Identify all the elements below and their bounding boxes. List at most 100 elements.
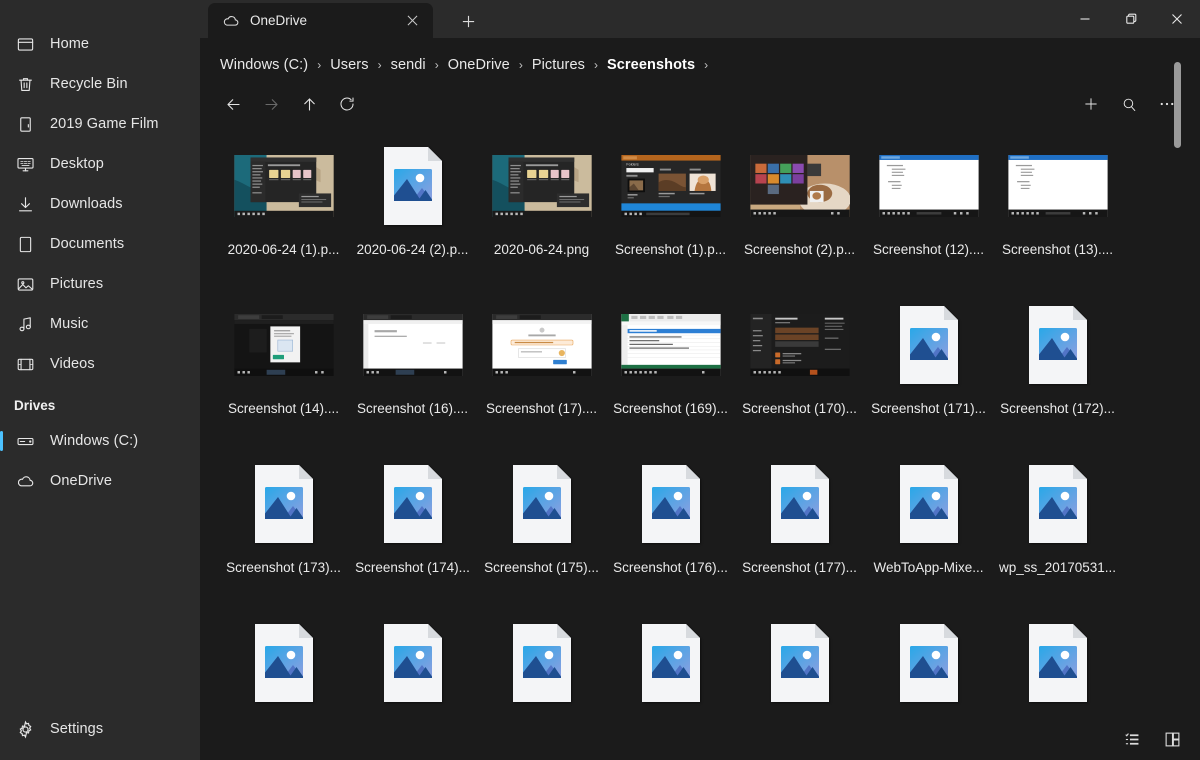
file-thumbnail xyxy=(234,619,334,707)
tab-onedrive-label: OneDrive xyxy=(250,13,308,28)
file-tile[interactable]: 2020-06-24 (1).p... xyxy=(219,134,348,293)
file-thumbnail xyxy=(233,301,334,389)
view-mode-buttons xyxy=(1116,724,1188,754)
sidebar-item-onedrive[interactable]: OneDrive xyxy=(0,461,200,501)
file-tile[interactable]: Screenshot (170)... xyxy=(735,293,864,452)
file-tile[interactable]: Screenshot (16).... xyxy=(348,293,477,452)
sidebar-item-label: Music xyxy=(50,316,89,332)
chevron-right-icon: › xyxy=(377,58,382,72)
file-thumbnail xyxy=(363,619,463,707)
file-tile[interactable]: WebToApp-Mixe... xyxy=(864,452,993,611)
file-thumbnail xyxy=(363,460,463,548)
file-name-label: Screenshot (170)... xyxy=(742,401,857,416)
sidebar-item-label: OneDrive xyxy=(50,473,113,489)
vertical-scrollbar-thumb[interactable] xyxy=(1174,62,1181,148)
file-thumbnail xyxy=(750,460,850,548)
close-button[interactable] xyxy=(1154,0,1200,38)
trash-icon xyxy=(12,71,38,97)
file-tile[interactable]: Screenshot (14).... xyxy=(219,293,348,452)
breadcrumb-crumb-users[interactable]: Users xyxy=(330,57,368,73)
new-item-button[interactable] xyxy=(1072,87,1110,121)
breadcrumb-crumb-sendi[interactable]: sendi xyxy=(391,57,426,73)
sidebar-item-label: Home xyxy=(50,36,90,52)
sidebar-item-pictures[interactable]: Pictures xyxy=(0,264,200,304)
new-tab-button[interactable] xyxy=(455,8,481,34)
tiles-grid-icon[interactable] xyxy=(1156,724,1188,754)
file-name-label: 2020-06-24.png xyxy=(493,242,590,257)
chevron-right-icon: › xyxy=(704,58,709,72)
forward-button[interactable] xyxy=(252,87,290,121)
sidebar-item-settings[interactable]: Settings xyxy=(0,708,200,750)
breadcrumb-crumb-screenshots[interactable]: Screenshots xyxy=(607,57,695,73)
file-tile[interactable]: Screenshot (17).... xyxy=(477,293,606,452)
refresh-button[interactable] xyxy=(328,87,366,121)
up-button[interactable] xyxy=(290,87,328,121)
file-tile[interactable]: wp_ss_20170531... xyxy=(993,452,1122,611)
file-tile[interactable]: 2020-06-24.png xyxy=(477,134,606,293)
sidebar-item-recycle-bin[interactable]: Recycle Bin xyxy=(0,64,200,104)
minimize-button[interactable] xyxy=(1062,0,1108,38)
file-tile[interactable]: Screenshot (171)... xyxy=(864,293,993,452)
sidebar-item-desktop[interactable]: Desktop xyxy=(0,144,200,184)
search-icon[interactable] xyxy=(1110,87,1148,121)
monitor-icon xyxy=(12,151,38,177)
file-name-label: Screenshot (169)... xyxy=(613,401,728,416)
sidebar-item-home[interactable]: Home xyxy=(0,24,200,64)
chevron-right-icon: › xyxy=(434,58,439,72)
file-thumbnail xyxy=(750,619,850,707)
sidebar-item-label: 2019 Game Film xyxy=(50,116,159,132)
file-tile[interactable]: Screenshot (172)... xyxy=(993,293,1122,452)
sidebar-group-drives-label: Drives xyxy=(14,398,56,413)
vertical-scrollbar-track[interactable] xyxy=(1174,48,1191,626)
sidebar-item-label: Recycle Bin xyxy=(50,76,128,92)
status-bar xyxy=(200,720,1200,760)
file-tile[interactable]: Folders Screenshot (1).p... xyxy=(606,134,735,293)
navigation-toolbar xyxy=(214,86,366,122)
tab-onedrive[interactable]: OneDrive xyxy=(208,3,433,38)
back-button[interactable] xyxy=(214,87,252,121)
file-tile[interactable]: Screenshot (174)... xyxy=(348,452,477,611)
sidebar-item-videos[interactable]: Videos xyxy=(0,344,200,384)
sidebar-item-2019-game-film[interactable]: 2019 Game Film xyxy=(0,104,200,144)
sidebar-item-downloads[interactable]: Downloads xyxy=(0,184,200,224)
file-name-label: Screenshot (175)... xyxy=(484,560,599,575)
file-name-label: Screenshot (2).p... xyxy=(743,242,856,257)
file-name-label: Screenshot (173)... xyxy=(226,560,341,575)
file-tile[interactable]: Screenshot (177)... xyxy=(735,452,864,611)
file-tile[interactable]: Screenshot (169)... xyxy=(606,293,735,452)
svg-text:Folders: Folders xyxy=(626,163,639,167)
file-tile[interactable]: Screenshot (2).p... xyxy=(735,134,864,293)
restore-button[interactable] xyxy=(1108,0,1154,38)
file-tile[interactable]: Screenshot (173)... xyxy=(219,452,348,611)
file-tile[interactable]: Screenshot (13).... xyxy=(993,134,1122,293)
file-thumbnail xyxy=(749,142,850,230)
sidebar-item-documents[interactable]: Documents xyxy=(0,224,200,264)
file-name-label: Screenshot (12).... xyxy=(872,242,985,257)
file-thumbnail xyxy=(621,460,721,548)
close-icon[interactable] xyxy=(399,8,425,34)
breadcrumb-crumb-pictures[interactable]: Pictures xyxy=(532,57,585,73)
content-pane: Windows (C:) › Users › sendi › OneDrive › Pictur… xyxy=(200,38,1200,760)
home-icon xyxy=(12,31,38,57)
file-tile[interactable]: Screenshot (175)... xyxy=(477,452,606,611)
breadcrumb-crumb-windows-c[interactable]: Windows (C:) xyxy=(220,57,308,73)
toolbar-actions xyxy=(1072,86,1186,122)
sidebar-item-windows-c[interactable]: Windows (C:) xyxy=(0,421,200,461)
file-name-label: Screenshot (17).... xyxy=(485,401,598,416)
file-tile[interactable]: Screenshot (176)... xyxy=(606,452,735,611)
file-tile[interactable]: Screenshot (12).... xyxy=(864,134,993,293)
file-name-label: wp_ss_20170531... xyxy=(998,560,1117,575)
chevron-right-icon: › xyxy=(518,58,523,72)
chevron-right-icon: › xyxy=(317,58,322,72)
window-controls xyxy=(1062,0,1200,38)
sidebar-item-label: Windows (C:) xyxy=(50,433,139,449)
file-tile[interactable]: 2020-06-24 (2).p... xyxy=(348,134,477,293)
sidebar-item-label: Pictures xyxy=(50,276,104,292)
file-thumbnail xyxy=(363,142,463,230)
details-list-icon[interactable] xyxy=(1116,724,1148,754)
file-name-label: Screenshot (1).p... xyxy=(614,242,727,257)
gear-icon xyxy=(12,716,38,742)
sidebar-item-music[interactable]: Music xyxy=(0,304,200,344)
breadcrumb-crumb-onedrive[interactable]: OneDrive xyxy=(448,57,510,73)
document-icon xyxy=(12,231,38,257)
